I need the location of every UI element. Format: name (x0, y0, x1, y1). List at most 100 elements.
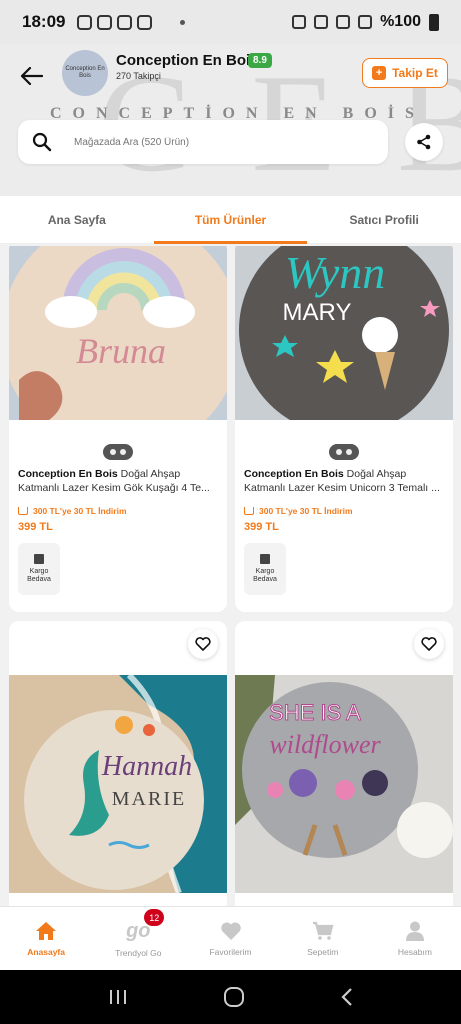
alarm-icon (292, 15, 307, 29)
status-bar: 18:09 %100 (0, 0, 461, 44)
store-name[interactable]: Conception En Bois (116, 52, 259, 69)
follow-label: Takip Et (392, 66, 438, 80)
follow-plus-icon: + (372, 66, 387, 80)
store-logo[interactable]: Conception En Bois (62, 50, 108, 96)
heart-icon (220, 921, 241, 940)
store-search-box[interactable] (18, 120, 388, 164)
bottom-nav: Anasayfa go 12 Trendyol Go Favorilerim S… (0, 906, 461, 970)
mute-icon (314, 15, 329, 29)
nav-account[interactable]: Hesabım (369, 907, 461, 970)
back-button[interactable] (18, 62, 46, 90)
product-card[interactable]: Hannah MARIE (9, 621, 227, 906)
more-notifications-dot (180, 19, 186, 25)
product-image[interactable]: Wynn MARY (235, 246, 453, 420)
product-image-text: Bruna (76, 331, 166, 371)
product-title[interactable]: Conception En Bois Doğal Ahşap Katmanlı … (244, 468, 444, 496)
product-brand: Conception En Bois (244, 468, 344, 480)
unicorn-sign-image: Wynn MARY (235, 246, 453, 420)
wifi-icon (336, 15, 351, 29)
app-notification-icon (137, 14, 153, 30)
product-title[interactable]: Conception En Bois Doğal Ahşap Katmanlı … (18, 468, 218, 496)
store-tabs: Ana Sayfa Tüm Ürünler Satıcı Profili (0, 196, 461, 244)
home-button-icon[interactable] (223, 986, 245, 1008)
product-image-text: MARY (283, 299, 352, 326)
product-card[interactable]: Wynn MARY Conception En Bois Doğal Ahşap… (235, 246, 453, 612)
favorite-button[interactable] (188, 629, 218, 659)
promo-text: 300 TL'ye 30 TL İndirim (33, 506, 127, 516)
promo-label: 300 TL'ye 30 TL İndirim (244, 506, 444, 516)
search-icon (32, 132, 52, 152)
heart-icon (195, 637, 211, 651)
favorite-button[interactable] (414, 629, 444, 659)
cart-icon (18, 507, 28, 515)
image-carousel-dots[interactable] (103, 444, 133, 460)
cart-icon (244, 507, 254, 515)
follow-button[interactable]: + Takip Et (362, 58, 448, 88)
store-header: CEB CONCEPTİON EN BOİS Conception En Boi… (0, 44, 461, 196)
promo-label: 300 TL'ye 30 TL İndirim (18, 506, 218, 516)
product-brand: Conception En Bois (18, 468, 118, 480)
store-search-input[interactable] (74, 136, 354, 148)
nav-favorites-label: Favorilerim (209, 946, 252, 957)
product-info: Conception En Bois Doğal Ahşap Katmanlı … (235, 468, 453, 595)
cart-icon (312, 921, 334, 940)
nav-home[interactable]: Anasayfa (0, 907, 92, 970)
tab-all-products[interactable]: Tüm Ürünler (153, 196, 308, 244)
free-shipping-badge: Kargo Bedava (18, 543, 60, 595)
nav-account-label: Hesabım (397, 946, 432, 957)
wildflower-sign-image: SHE IS A wildflower (235, 675, 453, 893)
product-image-text: wildflower (269, 730, 381, 759)
nav-favorites[interactable]: Favorilerim (184, 907, 276, 970)
rainbow-sign-image: Bruna (9, 246, 227, 420)
status-right: %100 (292, 13, 439, 31)
heart-icon (421, 637, 437, 651)
product-image[interactable]: SHE IS A wildflower (235, 675, 453, 893)
promo-text: 300 TL'ye 30 TL İndirim (259, 506, 353, 516)
signal-icon (358, 15, 373, 29)
status-time: 18:09 (22, 12, 66, 31)
nav-trendyol-go[interactable]: go 12 Trendyol Go (92, 907, 184, 970)
shipping-box-icon (34, 553, 44, 564)
instagram-icon (97, 14, 113, 30)
store-followers: 270 Takipçi (116, 71, 161, 81)
back-arrow-icon (21, 67, 43, 85)
mermaid-sign-image: Hannah MARIE (9, 675, 227, 893)
user-icon (405, 921, 424, 941)
tab-home[interactable]: Ana Sayfa (0, 196, 154, 243)
back-icon[interactable] (340, 987, 354, 1007)
product-image[interactable]: Hannah MARIE (9, 675, 227, 893)
nav-badge: 12 (144, 909, 165, 926)
nav-cart-label: Sepetim (307, 946, 339, 957)
product-price: 399 TL (18, 521, 53, 533)
recent-apps-icon[interactable] (108, 988, 128, 1006)
product-card[interactable]: Bruna Conception En Bois Doğal Ahşap Kat… (9, 246, 227, 612)
system-navigation-bar (0, 970, 461, 1024)
notification-icons (77, 14, 153, 30)
product-card[interactable]: SHE IS A wildflower (235, 621, 453, 906)
nav-cart[interactable]: Sepetim (277, 907, 369, 970)
nav-home-label: Anasayfa (27, 946, 65, 957)
free-shipping-text: Kargo Bedava (253, 567, 277, 583)
product-image-text: Hannah (101, 751, 192, 782)
shipping-box-icon (260, 553, 270, 564)
product-image-text: SHE IS A (269, 700, 361, 725)
store-rating-badge: 8.9 (248, 53, 272, 68)
free-shipping-text: Kargo Bedava (27, 567, 51, 583)
product-price: 399 TL (244, 521, 279, 533)
battery-percent: %100 (380, 13, 421, 30)
image-carousel-dots[interactable] (329, 444, 359, 460)
share-icon (417, 134, 431, 150)
share-button[interactable] (405, 123, 443, 161)
nav-go-label: Trendyol Go (115, 947, 162, 958)
tab-seller-profile[interactable]: Satıcı Profili (307, 196, 461, 243)
battery-icon (429, 13, 439, 31)
free-shipping-badge: Kargo Bedava (244, 543, 286, 595)
product-image[interactable]: Bruna (9, 246, 227, 420)
product-grid: Bruna Conception En Bois Doğal Ahşap Kat… (0, 246, 461, 906)
instagram-icon (117, 14, 133, 30)
instagram-icon (77, 14, 93, 30)
product-info: Conception En Bois Doğal Ahşap Katmanlı … (9, 468, 227, 595)
home-icon (36, 921, 57, 940)
product-image-text: Wynn (285, 247, 386, 298)
product-image-text: MARIE (112, 788, 186, 810)
